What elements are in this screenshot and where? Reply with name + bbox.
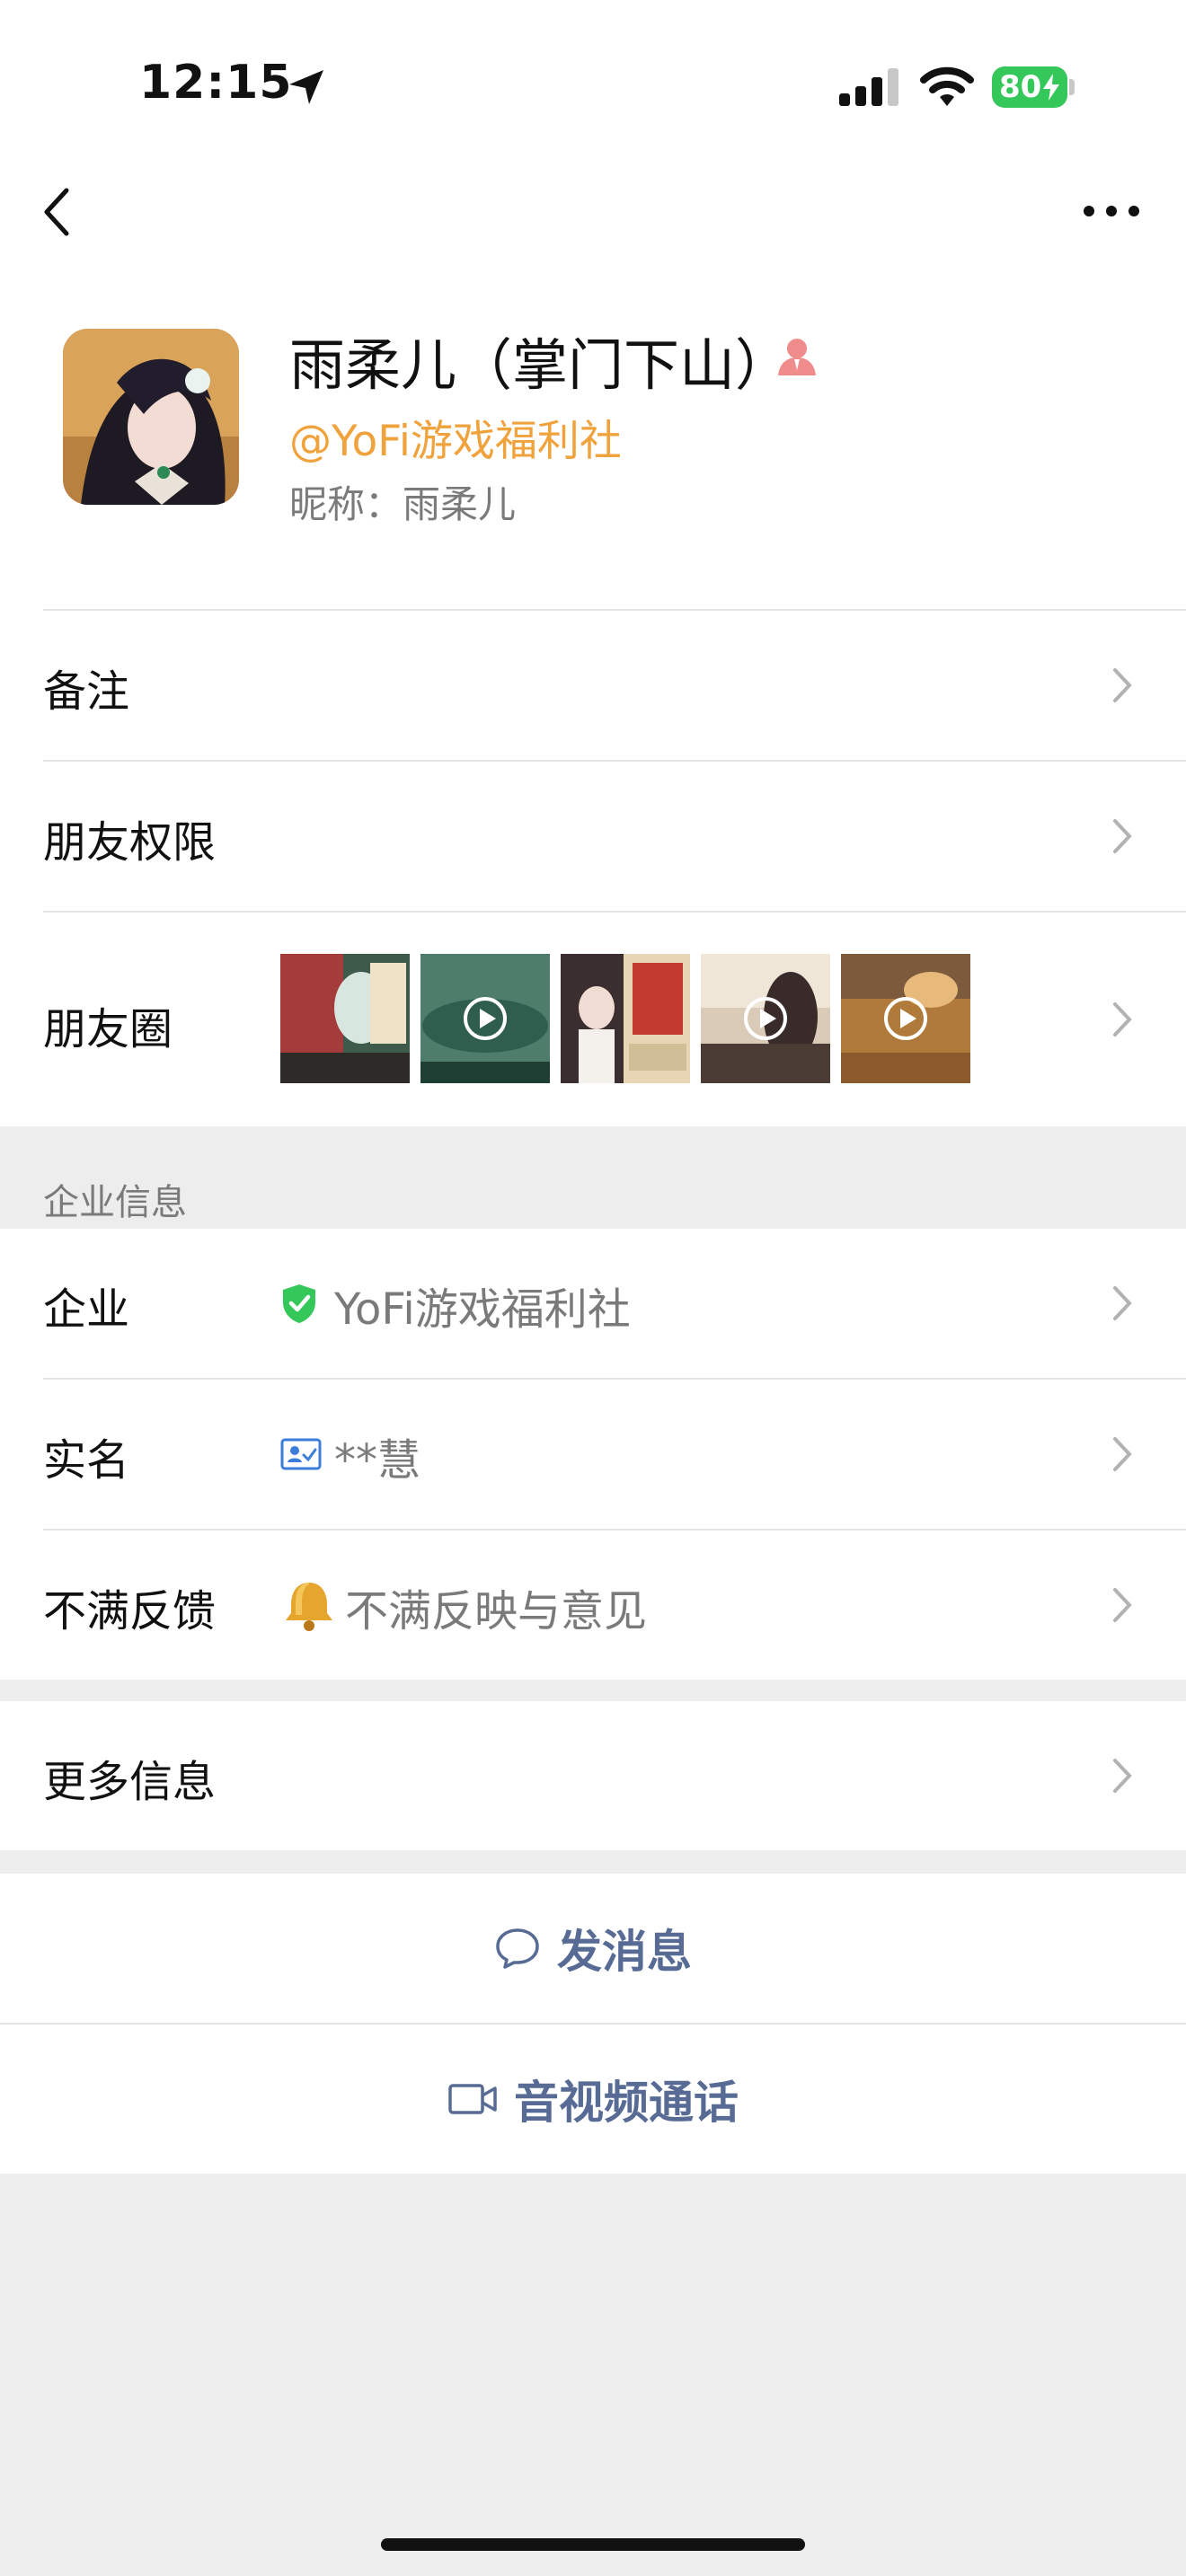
feedback-label: 不满反馈 [43,1586,217,1636]
id-card-icon [280,1438,322,1470]
battery-level: 80 [999,69,1042,105]
moments-video-thumbnail[interactable] [701,954,830,1083]
remark-row[interactable]: 备注 [0,611,1186,760]
chevron-right-icon [1113,1437,1132,1471]
chevron-right-icon [1113,1759,1132,1793]
moments-video-thumbnail[interactable] [841,954,970,1083]
feedback-row[interactable]: 不满反馈 不满反映与意见 [0,1531,1186,1680]
feedback-value: 不满反映与意见 [345,1586,648,1636]
moments-label: 朋友圈 [43,1004,173,1054]
more-info-label: 更多信息 [43,1757,217,1807]
chat-bubble-icon [496,1928,539,1969]
video-call-label: 音视频通话 [514,2077,739,2129]
realname-row[interactable]: 实名 **慧 [0,1380,1186,1529]
back-icon[interactable] [40,185,75,239]
send-message-button[interactable]: 发消息 [0,1874,1186,2023]
friend-permissions-label: 朋友权限 [43,817,217,868]
verified-shield-icon [283,1284,315,1323]
video-call-button[interactable]: 音视频通话 [0,2025,1186,2174]
status-time: 12:15 [139,56,293,110]
profile-name: 雨柔儿（掌门下山） [289,332,792,398]
nickname: 昵称：雨柔儿 [289,482,517,526]
friend-permissions-row[interactable]: 朋友权限 [0,762,1186,911]
chevron-right-icon [1113,1002,1132,1037]
moments-video-thumbnail[interactable] [420,954,550,1083]
more-options-icon[interactable] [1082,201,1141,221]
chevron-right-icon [1113,819,1132,853]
home-indicator [381,2538,805,2551]
enterprise-row[interactable]: 企业 YoFi游戏福利社 [0,1229,1186,1378]
location-arrow-icon [289,70,323,104]
moments-thumbnail[interactable] [280,954,410,1083]
video-camera-icon [448,2084,497,2114]
moments-thumbnail[interactable] [561,954,690,1083]
chevron-right-icon [1113,668,1132,702]
send-message-label: 发消息 [557,1926,692,1978]
avatar[interactable] [63,329,239,505]
person-badge-icon [778,339,816,375]
battery-cap [1069,79,1075,95]
more-info-row[interactable]: 更多信息 [0,1701,1186,1850]
realname-value: **慧 [334,1435,421,1486]
battery-indicator: 80 [992,66,1067,108]
realname-label: 实名 [43,1435,130,1486]
remark-label: 备注 [43,666,130,717]
enterprise-label: 企业 [43,1284,130,1335]
corp-link[interactable]: @YoFi游戏福利社 [289,406,622,468]
section-title-enterprise: 企业信息 [43,1182,187,1223]
chevron-right-icon [1113,1588,1132,1622]
enterprise-value: YoFi游戏福利社 [334,1284,631,1335]
bell-icon [286,1583,332,1631]
chevron-right-icon [1113,1286,1132,1320]
charging-bolt-icon [1043,74,1060,101]
cellular-signal-icon [839,68,898,106]
wifi-icon [920,66,974,106]
